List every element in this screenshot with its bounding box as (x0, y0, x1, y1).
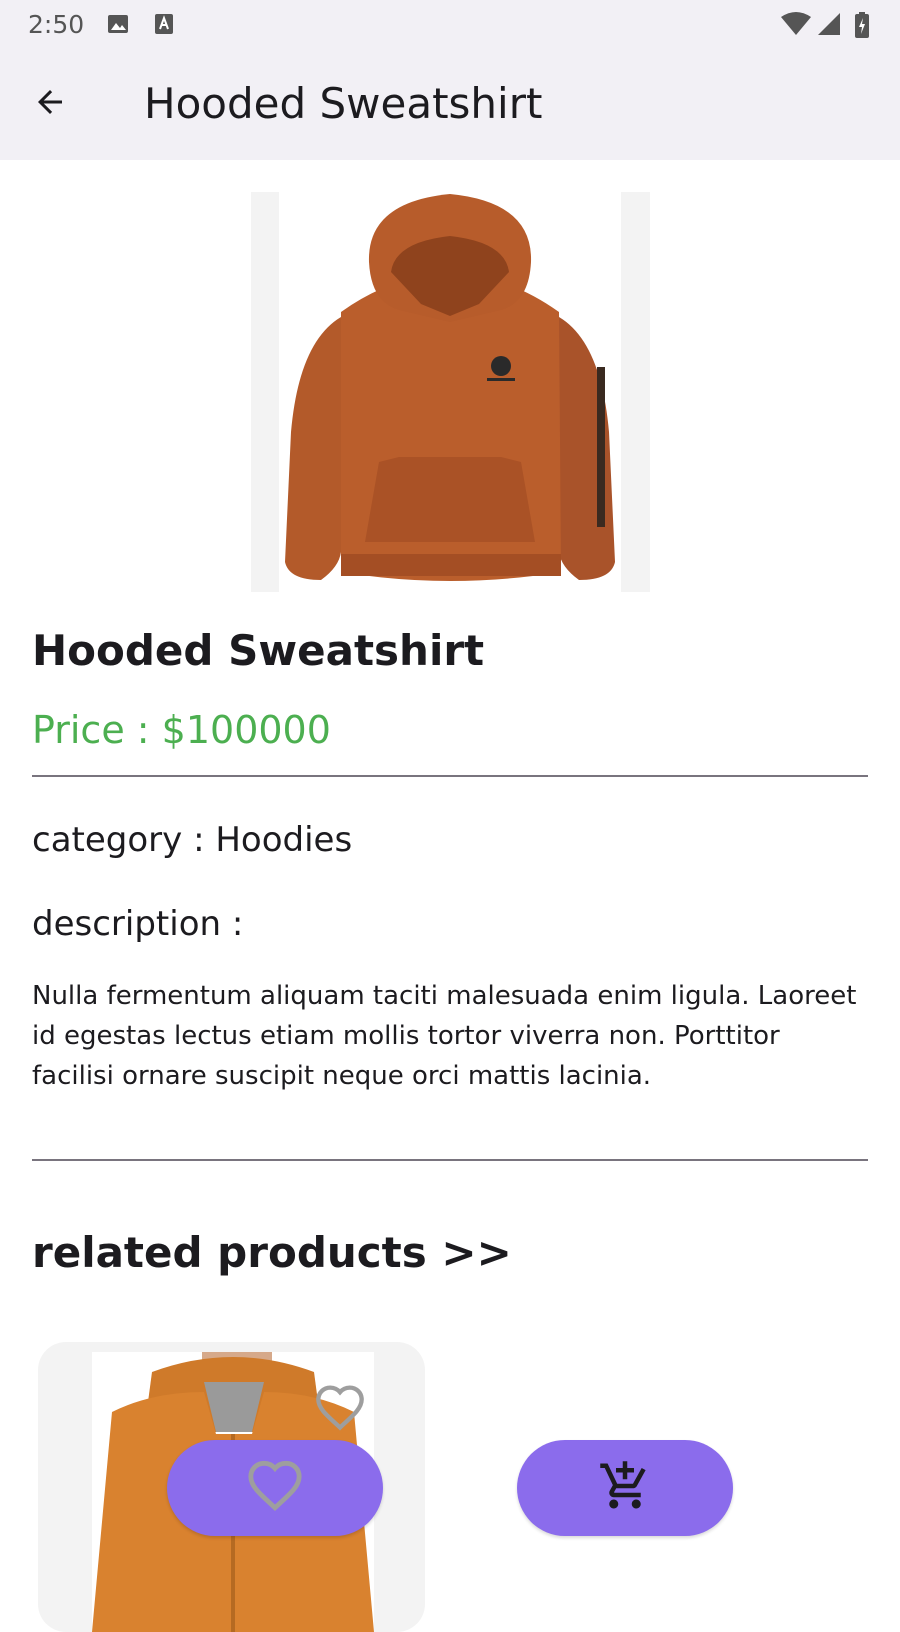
status-time: 2:50 (28, 10, 85, 39)
card-heart-icon[interactable] (314, 1382, 366, 1438)
divider (32, 775, 868, 777)
arrow-back-icon (32, 84, 68, 124)
app-bar: Hooded Sweatshirt (0, 48, 900, 160)
heart-icon (246, 1457, 304, 1519)
product-name: Hooded Sweatshirt (32, 626, 485, 675)
product-category: category : Hoodies (32, 820, 353, 860)
product-price: Price : $100000 (32, 708, 331, 752)
signal-icon (816, 12, 842, 40)
add-shopping-cart-icon (598, 1459, 652, 1517)
back-button[interactable] (22, 76, 78, 132)
wifi-icon (780, 12, 812, 40)
status-bar: 2:50 (0, 0, 900, 48)
product-description: Nulla fermentum aliquam taciti malesuada… (32, 981, 857, 1091)
divider (32, 1159, 868, 1161)
text-a-icon (152, 12, 176, 40)
description-label: description : (32, 904, 244, 944)
image-icon (106, 12, 130, 40)
battery-charging-icon (854, 12, 870, 42)
product-image (251, 192, 650, 592)
add-to-cart-button[interactable] (517, 1440, 733, 1536)
favorite-button[interactable] (167, 1440, 383, 1536)
hoodie-image (285, 194, 615, 581)
app-bar-title: Hooded Sweatshirt (144, 79, 543, 128)
related-products-title[interactable]: related products >> (32, 1228, 512, 1277)
